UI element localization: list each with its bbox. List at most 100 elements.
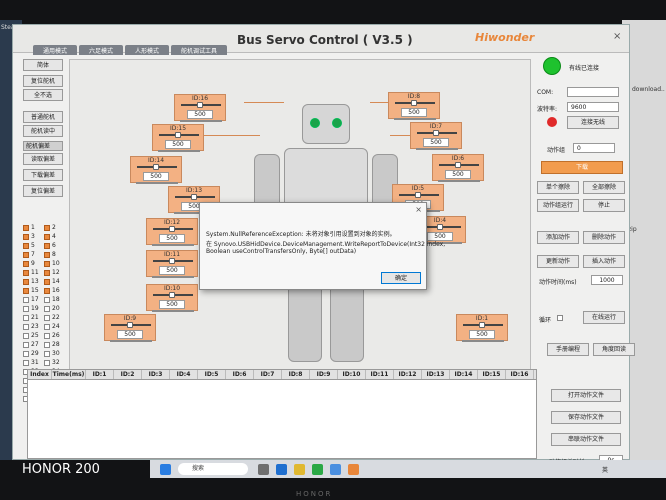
tab-general-mode[interactable]: 通用模式 xyxy=(33,45,78,55)
servo-value-input[interactable]: 500 xyxy=(423,138,449,147)
com-port-select[interactable] xyxy=(567,87,619,97)
servo-checkbox[interactable] xyxy=(44,341,50,348)
servo-checkbox[interactable] xyxy=(44,251,50,258)
servo-mini-slider[interactable] xyxy=(394,118,436,120)
servo-checkbox[interactable] xyxy=(23,350,29,357)
servo-checkbox[interactable] xyxy=(44,278,50,285)
servo-checkbox[interactable] xyxy=(44,269,50,276)
servo-slider-knob[interactable] xyxy=(437,224,443,230)
close-icon[interactable]: × xyxy=(613,31,621,42)
save-action-file-button[interactable]: 保存动作文件 xyxy=(551,411,621,424)
file-explorer-icon[interactable] xyxy=(294,464,305,475)
app-icon[interactable] xyxy=(330,464,341,475)
servo-slider-knob[interactable] xyxy=(169,292,175,298)
servo-mini-slider[interactable] xyxy=(416,148,458,150)
edge-icon[interactable] xyxy=(276,464,287,475)
language-select[interactable]: 简体 xyxy=(23,59,63,71)
tab-servo-debug-tool[interactable]: 舵机调试工具 xyxy=(171,45,228,55)
servo-mini-slider[interactable] xyxy=(438,180,480,182)
servo-checkbox[interactable] xyxy=(44,233,50,240)
dialog-close-icon[interactable]: × xyxy=(415,205,422,214)
servo-slider-knob[interactable] xyxy=(153,164,159,170)
tab-humanoid-mode[interactable]: 人形模式 xyxy=(125,45,170,55)
table-column-header[interactable]: ID:1 xyxy=(86,370,114,379)
servo-checkbox[interactable] xyxy=(23,287,29,294)
servo-value-input[interactable]: 500 xyxy=(469,330,495,339)
servo-slider-knob[interactable] xyxy=(169,258,175,264)
table-column-header[interactable]: ID:10 xyxy=(338,370,366,379)
servo-value-input[interactable]: 500 xyxy=(159,234,185,243)
wechat-icon[interactable] xyxy=(312,464,323,475)
servo-checkbox[interactable] xyxy=(44,305,50,312)
servo-checkbox[interactable] xyxy=(23,359,29,366)
servo-slider-knob[interactable] xyxy=(411,100,417,106)
erase-single-button[interactable]: 单个擦除 xyxy=(537,181,579,194)
table-column-header[interactable]: ID:6 xyxy=(226,370,254,379)
table-column-header[interactable]: ID:15 xyxy=(478,370,506,379)
angle-readback-button[interactable]: 角度回读 xyxy=(593,343,635,356)
servo-checkbox[interactable] xyxy=(23,233,29,240)
servo-mini-slider[interactable] xyxy=(152,244,194,246)
servo-checkbox[interactable] xyxy=(23,341,29,348)
servo-slider-knob[interactable] xyxy=(169,226,175,232)
servo-checkbox[interactable] xyxy=(23,260,29,267)
open-action-file-button[interactable]: 打开动作文件 xyxy=(551,389,621,402)
servo-slider-knob[interactable] xyxy=(175,132,181,138)
servo-slider-knob[interactable] xyxy=(127,322,133,328)
table-column-header[interactable]: ID:14 xyxy=(450,370,478,379)
servo-checkbox[interactable] xyxy=(44,332,50,339)
concat-action-file-button[interactable]: 串联动作文件 xyxy=(551,433,621,446)
table-column-header[interactable]: ID:12 xyxy=(394,370,422,379)
reset-servo-button[interactable]: 复位舵机 xyxy=(23,75,63,87)
servo-mini-slider[interactable] xyxy=(136,182,178,184)
online-run-button[interactable]: 在线运行 xyxy=(583,311,625,324)
table-column-header[interactable]: ID:16 xyxy=(506,370,534,379)
servo-value-input[interactable]: 500 xyxy=(117,330,143,339)
servo-value-input[interactable]: 500 xyxy=(187,110,213,119)
read-offset-button[interactable]: 读取偏差 xyxy=(23,153,63,165)
table-column-header[interactable]: Index xyxy=(28,370,52,379)
servo-checkbox[interactable] xyxy=(23,314,29,321)
servo-checkbox[interactable] xyxy=(23,224,29,231)
servo-value-input[interactable]: 500 xyxy=(445,170,471,179)
erase-all-button[interactable]: 全部擦除 xyxy=(583,181,625,194)
unselect-all-button[interactable]: 全不选 xyxy=(23,89,63,101)
download-offset-button[interactable]: 下载偏差 xyxy=(23,169,63,181)
loop-checkbox[interactable] xyxy=(557,315,563,321)
table-column-header[interactable]: ID:11 xyxy=(366,370,394,379)
table-column-header[interactable]: ID:13 xyxy=(422,370,450,379)
action-time-input[interactable]: 1000 xyxy=(591,275,623,285)
servo-checkbox[interactable] xyxy=(23,251,29,258)
servo-type-select[interactable]: 普通舵机 xyxy=(23,111,63,123)
reset-offset-button[interactable]: 复位偏差 xyxy=(23,185,63,197)
servo-value-input[interactable]: 500 xyxy=(143,172,169,181)
table-column-header[interactable]: ID:7 xyxy=(254,370,282,379)
servo-checkbox[interactable] xyxy=(44,296,50,303)
taskbar-search-box[interactable]: 搜索 xyxy=(178,463,248,475)
table-column-header[interactable]: ID:3 xyxy=(142,370,170,379)
tab-hexapod-mode[interactable]: 六足模式 xyxy=(79,45,124,55)
servo-checkbox[interactable] xyxy=(44,242,50,249)
connect-wireless-button[interactable]: 连接无线 xyxy=(567,116,619,129)
servo-checkbox[interactable] xyxy=(44,323,50,330)
servo-checkbox[interactable] xyxy=(44,224,50,231)
task-view-icon[interactable] xyxy=(258,464,269,475)
servo-checkbox[interactable] xyxy=(44,287,50,294)
servo-slider-knob[interactable] xyxy=(191,194,197,200)
servo-checkbox[interactable] xyxy=(23,332,29,339)
servo-slider-knob[interactable] xyxy=(455,162,461,168)
start-icon[interactable] xyxy=(160,464,171,475)
servo-mini-slider[interactable] xyxy=(158,150,200,152)
servo-app-icon[interactable] xyxy=(348,464,359,475)
servo-value-input[interactable]: 500 xyxy=(159,266,185,275)
table-column-header[interactable]: ID:4 xyxy=(170,370,198,379)
servo-mini-slider[interactable] xyxy=(462,340,504,342)
table-column-header[interactable]: ID:9 xyxy=(310,370,338,379)
run-action-group-button[interactable]: 动作组运行 xyxy=(537,199,579,212)
servo-checkbox[interactable] xyxy=(44,260,50,267)
action-group-select[interactable]: 0 xyxy=(573,143,615,153)
insert-action-button[interactable]: 插入动作 xyxy=(583,255,625,268)
servo-checkbox[interactable] xyxy=(23,296,29,303)
servo-checkbox[interactable] xyxy=(23,242,29,249)
download-button[interactable]: 下载 xyxy=(541,161,623,174)
